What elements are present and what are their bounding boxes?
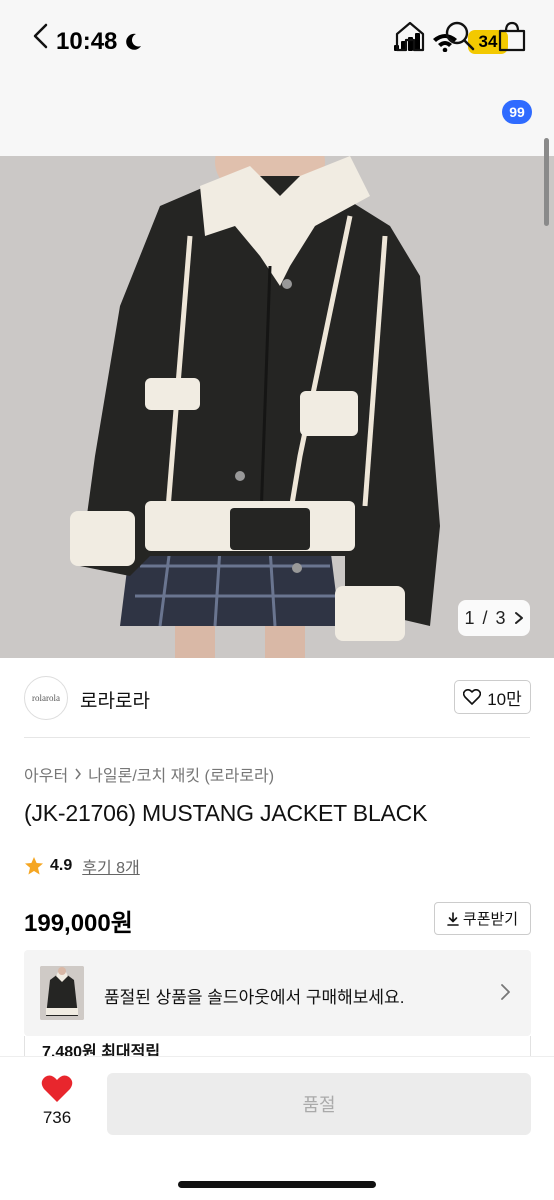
coupon-button[interactable]: 쿠폰받기: [434, 902, 531, 935]
breadcrumb: 아우터 나일론/코치 재킷 (로라로라): [24, 762, 274, 786]
status-time-text: 10:48: [56, 28, 118, 55]
brand-logo-text: rolarola: [32, 693, 60, 703]
rating-value: 4.9: [50, 857, 73, 874]
cart-badge: 99: [502, 100, 532, 124]
breadcrumb-category[interactable]: 아우터: [24, 762, 68, 786]
moon-icon: [126, 33, 142, 50]
price: 199,000원: [24, 910, 133, 937]
brand-logo[interactable]: rolarola: [24, 676, 68, 720]
product-title: (JK-21706) MUSTANG JACKET BLACK: [24, 800, 428, 826]
chevron-right-icon: [501, 984, 510, 1000]
home-indicator: [178, 1181, 376, 1188]
coupon-label: 쿠폰받기: [462, 911, 519, 928]
star-icon: [25, 857, 43, 875]
scrollbar[interactable]: [544, 138, 549, 226]
download-icon: [447, 911, 459, 926]
review-link[interactable]: 후기 8개: [82, 854, 140, 878]
back-icon[interactable]: [24, 18, 60, 54]
soldout-text: 품절된 상품을 솔드아웃에서 구매해보세요.: [104, 988, 405, 1007]
chevron-right-icon: [514, 612, 523, 624]
jacket-thumbnail: [40, 966, 84, 1020]
soldout-thumbnail: [40, 966, 84, 1020]
home-icon[interactable]: [392, 18, 428, 54]
heart-icon[interactable]: [40, 1074, 74, 1104]
cart-icon[interactable]: [494, 18, 530, 54]
like-count: 10만: [487, 689, 522, 709]
breadcrumb-subcategory[interactable]: 나일론/코치 재킷 (로라로라): [88, 762, 274, 786]
divider: [24, 737, 530, 738]
like-button[interactable]: 10만: [454, 680, 531, 714]
brand-name[interactable]: 로라로라: [80, 686, 150, 713]
nav-bar: [0, 84, 554, 156]
soldout-banner[interactable]: 품절된 상품을 솔드아웃에서 구매해보세요.: [24, 950, 531, 1036]
image-counter-sep: /: [482, 607, 488, 628]
rating-row: 4.9 후기 8개: [24, 854, 140, 878]
heart-outline-icon: [463, 689, 482, 705]
image-counter-total: 3: [495, 607, 506, 628]
image-counter-current: 1: [464, 607, 475, 628]
jacket-photo: [0, 156, 554, 658]
search-icon[interactable]: [442, 18, 478, 54]
wish-count: 736: [42, 1108, 72, 1127]
chevron-right-icon: [75, 768, 82, 780]
product-image[interactable]: [0, 156, 554, 658]
buy-button[interactable]: 품절: [107, 1073, 531, 1135]
status-time: 10:48: [56, 28, 143, 56]
image-counter[interactable]: 1 / 3: [458, 600, 530, 636]
